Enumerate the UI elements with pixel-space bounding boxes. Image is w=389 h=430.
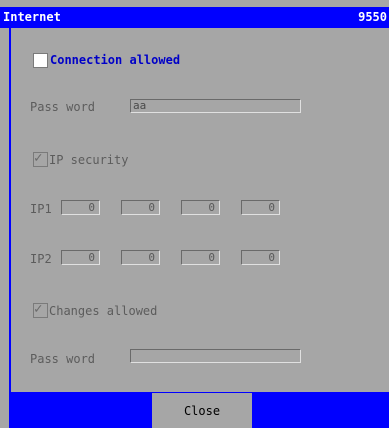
ip1-octet-2[interactable]: 0 [121, 200, 160, 215]
internet-dialog: Internet 9550 Connection allowed Pass wo… [0, 0, 389, 428]
ip2-octet-4[interactable]: 0 [241, 250, 280, 265]
ip2-octet-1[interactable]: 0 [61, 250, 100, 265]
check-icon: ✓ [34, 301, 43, 317]
ip2-octet-2[interactable]: 0 [121, 250, 160, 265]
ip1-label: IP1 [30, 202, 52, 216]
ip1-octet-3[interactable]: 0 [181, 200, 220, 215]
changes-allowed-checkbox[interactable]: ✓ [33, 301, 48, 318]
ip2-label: IP2 [30, 252, 52, 266]
check-icon: ✓ [34, 150, 43, 166]
connection-allowed-label[interactable]: Connection allowed [50, 53, 180, 67]
ip-security-label[interactable]: IP security [49, 153, 128, 167]
ip1-octet-1[interactable]: 0 [61, 200, 100, 215]
ip1-octet-4[interactable]: 0 [241, 200, 280, 215]
close-button[interactable]: Close [152, 393, 252, 428]
password-field[interactable]: aa [130, 99, 301, 113]
window-title: Internet [3, 10, 61, 24]
password-label-2: Pass word [30, 352, 96, 366]
changes-allowed-label[interactable]: Changes allowed [49, 304, 157, 318]
password-field-2[interactable] [130, 349, 301, 363]
window-id: 9550 [358, 10, 387, 24]
ip-security-checkbox[interactable]: ✓ [33, 150, 48, 167]
connection-allowed-checkbox[interactable] [33, 53, 48, 68]
ip2-octet-3[interactable]: 0 [181, 250, 220, 265]
password-label: Pass word [30, 100, 96, 114]
title-bar: Internet 9550 [0, 7, 389, 28]
